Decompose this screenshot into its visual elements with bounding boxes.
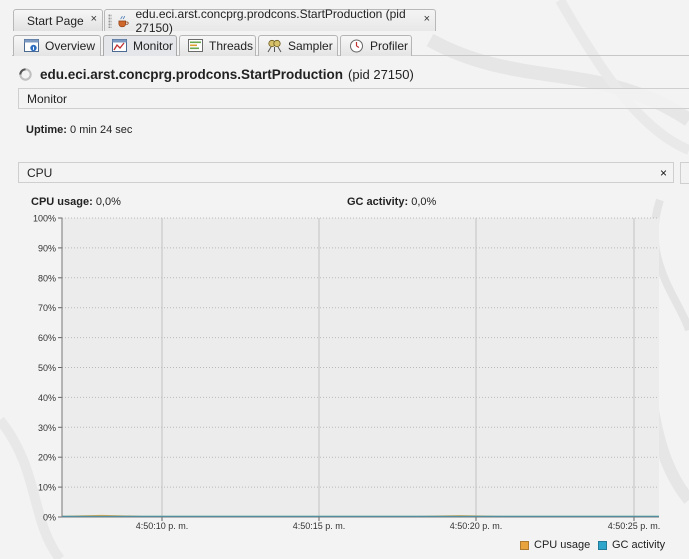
y-tick-label: 70% [38, 303, 56, 313]
legend-cpu-usage: CPU usage [520, 539, 590, 551]
legend-gc-activity: GC activity [598, 539, 665, 551]
y-tick-label: 80% [38, 273, 56, 283]
y-tick-label: 50% [38, 363, 56, 373]
cpu-chart: 0% 10% 20% 30% 40% 50% 60% 70% 80% 90% 100% 4:50:10… [33, 214, 661, 532]
x-tick-label: 4:50:15 p. m. [293, 521, 346, 531]
legend-gc-label: GC activity [612, 539, 666, 551]
legend-cpu-swatch [520, 540, 529, 550]
y-tick-label: 10% [38, 483, 56, 493]
y-tick-label: 40% [38, 393, 56, 403]
y-tick-label: 100% [33, 214, 56, 224]
legend-gc-swatch [598, 540, 607, 550]
x-tick-label: 4:50:10 p. m. [136, 521, 189, 531]
y-tick-label: 90% [38, 243, 56, 253]
y-tick-label: 20% [38, 453, 56, 463]
x-tick-label: 4:50:25 p. m. [608, 521, 661, 531]
y-tick-label: 0% [43, 513, 56, 523]
y-tick-label: 30% [38, 423, 56, 433]
y-tick-label: 60% [38, 333, 56, 343]
legend-cpu-label: CPU usage [534, 539, 591, 551]
x-tick-label: 4:50:20 p. m. [450, 521, 503, 531]
